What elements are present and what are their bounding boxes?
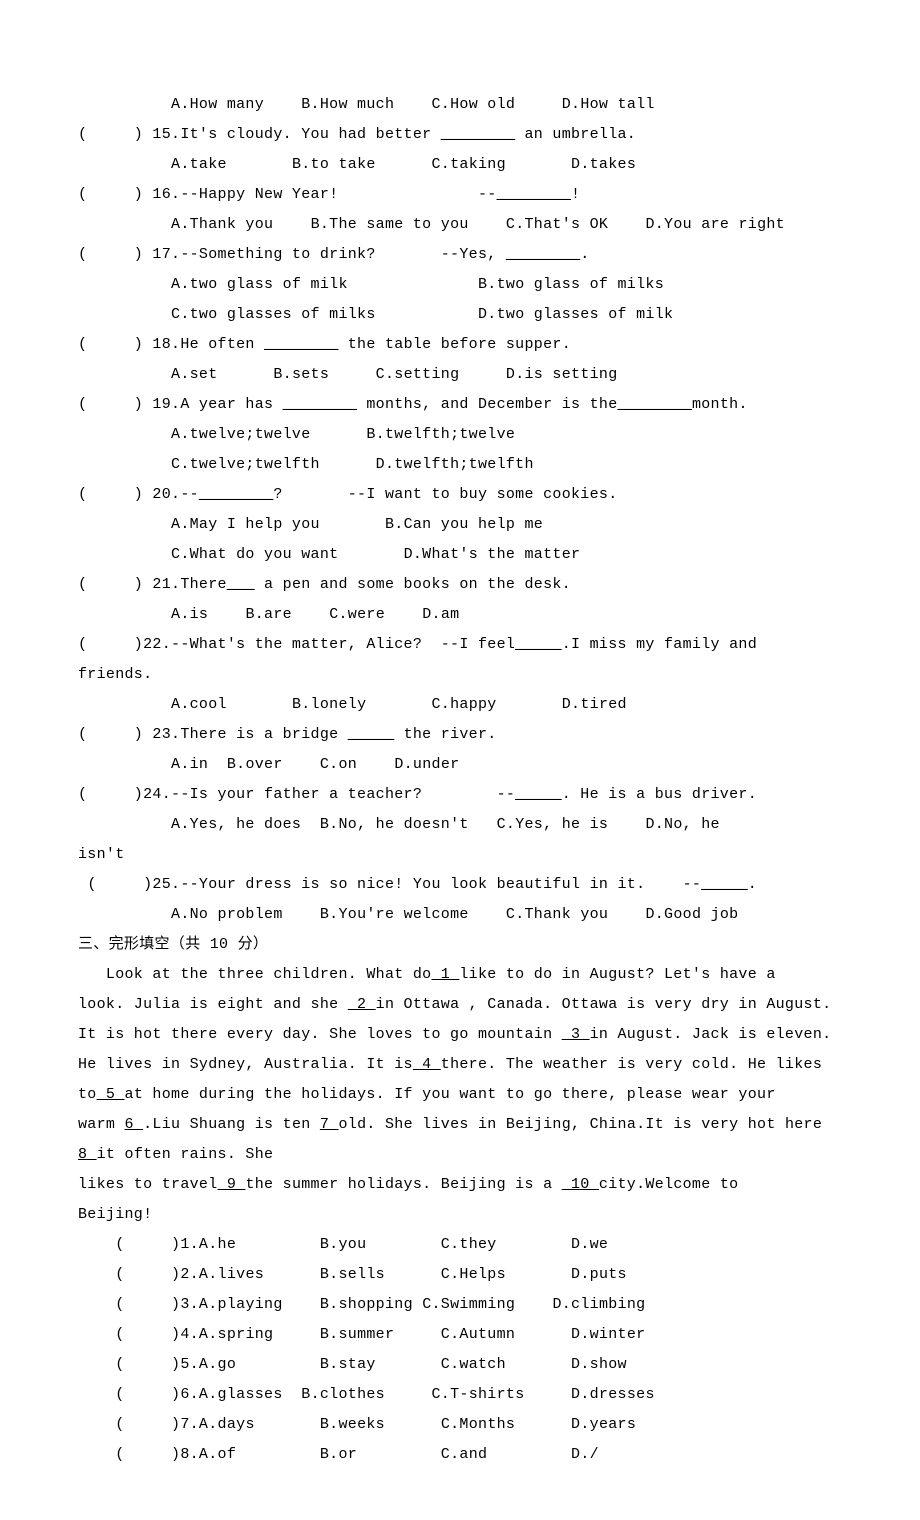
q18-options: A.set B.sets C.setting D.is setting (78, 360, 842, 390)
q24-cont: isn't (78, 840, 842, 870)
q15-stem: ( ) 15.It's cloudy. You had better _____… (78, 120, 842, 150)
q22-cont: friends. (78, 660, 842, 690)
cloze-line2: look. Julia is eight and she 2 in Ottawa… (78, 990, 842, 1020)
c8-options: ( )8.A.of B.or C.and D./ (78, 1440, 842, 1470)
c5-options: ( )5.A.go B.stay C.watch D.show (78, 1350, 842, 1380)
q19-stem: ( ) 19.A year has ________ months, and D… (78, 390, 842, 420)
q20-options-2: C.What do you want D.What's the matter (78, 540, 842, 570)
q20-options-1: A.May I help you B.Can you help me (78, 510, 842, 540)
c2-options: ( )2.A.lives B.sells C.Helps D.puts (78, 1260, 842, 1290)
c4-options: ( )4.A.spring B.summer C.Autumn D.winter (78, 1320, 842, 1350)
cloze-line4: He lives in Sydney, Australia. It is 4 t… (78, 1050, 842, 1080)
cloze-line9: Beijing! (78, 1200, 842, 1230)
q14-options: A.How many B.How much C.How old D.How ta… (78, 90, 842, 120)
cloze-line7: 8 it often rains. She (78, 1140, 842, 1170)
q21-options: A.is B.are C.were D.am (78, 600, 842, 630)
section3-title: 三、完形填空（共 10 分） (78, 930, 842, 960)
q22-options: A.cool B.lonely C.happy D.tired (78, 690, 842, 720)
q19-options-1: A.twelve;twelve B.twelfth;twelve (78, 420, 842, 450)
q25-options: A.No problem B.You're welcome C.Thank yo… (78, 900, 842, 930)
cloze-line3: It is hot there every day. She loves to … (78, 1020, 842, 1050)
q16-stem: ( ) 16.--Happy New Year! --________! (78, 180, 842, 210)
q16-options: A.Thank you B.The same to you C.That's O… (78, 210, 842, 240)
q17-stem: ( ) 17.--Something to drink? --Yes, ____… (78, 240, 842, 270)
q15-options: A.take B.to take C.taking D.takes (78, 150, 842, 180)
cloze-line8: likes to travel 9 the summer holidays. B… (78, 1170, 842, 1200)
q23-options: A.in B.over C.on D.under (78, 750, 842, 780)
q20-stem: ( ) 20.--________? --I want to buy some … (78, 480, 842, 510)
c7-options: ( )7.A.days B.weeks C.Months D.years (78, 1410, 842, 1440)
c6-options: ( )6.A.glasses B.clothes C.T-shirts D.dr… (78, 1380, 842, 1410)
q24-options: A.Yes, he does B.No, he doesn't C.Yes, h… (78, 810, 842, 840)
q25-stem: ( )25.--Your dress is so nice! You look … (78, 870, 842, 900)
q17-options-1: A.two glass of milk B.two glass of milks (78, 270, 842, 300)
q17-options-2: C.two glasses of milks D.two glasses of … (78, 300, 842, 330)
q23-stem: ( ) 23.There is a bridge _____ the river… (78, 720, 842, 750)
q22-stem: ( )22.--What's the matter, Alice? --I fe… (78, 630, 842, 660)
cloze-line1: Look at the three children. What do 1 li… (78, 960, 842, 990)
cloze-line5: to 5 at home during the holidays. If you… (78, 1080, 842, 1110)
q21-stem: ( ) 21.There___ a pen and some books on … (78, 570, 842, 600)
q18-stem: ( ) 18.He often ________ the table befor… (78, 330, 842, 360)
c3-options: ( )3.A.playing B.shopping C.Swimming D.c… (78, 1290, 842, 1320)
c1-options: ( )1.A.he B.you C.they D.we (78, 1230, 842, 1260)
q19-options-2: C.twelve;twelfth D.twelfth;twelfth (78, 450, 842, 480)
cloze-line6: warm 6 .Liu Shuang is ten 7 old. She liv… (78, 1110, 842, 1140)
q24-stem: ( )24.--Is your father a teacher? --____… (78, 780, 842, 810)
